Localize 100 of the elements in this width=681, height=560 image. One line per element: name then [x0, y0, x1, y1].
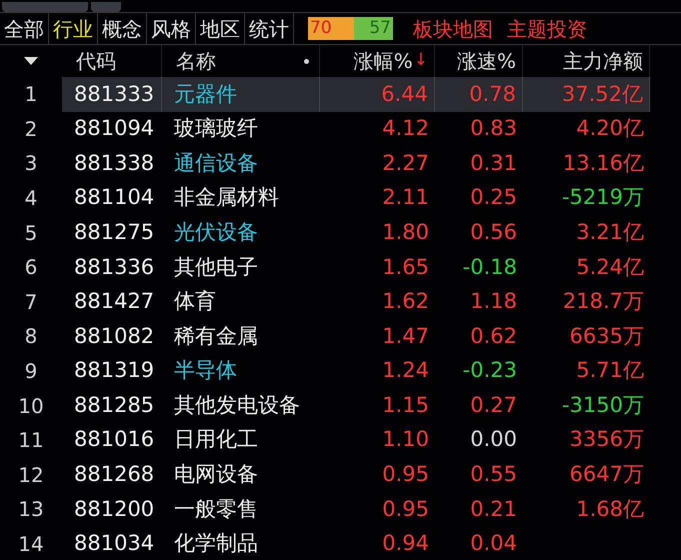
code-cell-text: 881104: [73, 184, 156, 212]
name-cell-text: 光伏设备: [173, 218, 259, 246]
speed-cell-text: 0.83: [470, 115, 517, 142]
code-cell-text: 881338: [73, 150, 156, 177]
net-flow-cell-text: -5219万: [562, 184, 644, 212]
net-flow-cell-text: 6635万: [570, 322, 644, 350]
row-number: 5: [24, 220, 38, 247]
name-cell-text: 其他发电设备: [173, 392, 301, 419]
name-cell-text: 半导体: [173, 357, 238, 384]
cut-tab[interactable]: [2, 2, 88, 12]
row-number: 1: [24, 81, 38, 108]
name-cell-text: 玻璃玻纤: [173, 115, 259, 142]
column-header[interactable]: 主力净额: [563, 46, 643, 76]
name-cell-text: 一般零售: [173, 496, 259, 523]
code-cell-text: 881336: [73, 254, 156, 281]
falling-count: 57: [354, 17, 393, 40]
change-cell-text: 1.15: [382, 392, 429, 419]
row-number: 12: [17, 462, 45, 489]
feature-link[interactable]: 主题投资: [507, 14, 587, 44]
row-number: 7: [24, 288, 38, 316]
category-tab[interactable]: 概念: [98, 13, 147, 44]
speed-cell-text: 0.25: [470, 184, 517, 212]
row-number: 3: [24, 150, 38, 178]
speed-cell-text: 0.00: [470, 426, 517, 454]
name-cell-text: 其他电子: [173, 254, 259, 281]
change-cell-text: 0.95: [382, 461, 429, 488]
code-cell-text: 881275: [73, 218, 156, 246]
speed-cell-text: 0.55: [470, 461, 517, 488]
speed-cell-text: 0.62: [470, 322, 517, 350]
change-cell-text: 1.62: [382, 288, 429, 316]
net-flow-cell-text: 5.71亿: [576, 357, 644, 384]
row-number: 14: [17, 531, 45, 558]
row-number: 10: [17, 392, 45, 420]
row-number: 6: [24, 254, 38, 282]
speed-cell-text: 0.04: [470, 530, 517, 558]
change-cell-text: 1.24: [382, 357, 429, 384]
speed-cell-text: 0.27: [470, 392, 517, 419]
name-cell-text: 体育: [173, 288, 217, 316]
sort-arrow[interactable]: ↓: [414, 48, 428, 74]
row-number: 9: [24, 358, 38, 386]
net-flow-cell-text: 4.20亿: [576, 115, 644, 142]
code-cell-text: 881034: [73, 530, 156, 558]
category-tab[interactable]: 统计: [245, 13, 294, 44]
row-number: 13: [17, 496, 45, 524]
net-flow-cell-text: 13.16亿: [562, 150, 644, 177]
code-cell-text: 881200: [73, 496, 156, 523]
dropdown-icon[interactable]: [24, 57, 38, 65]
net-flow-cell-text: 3356万: [570, 426, 644, 454]
row-number: 8: [24, 323, 38, 350]
change-cell-text: 1.47: [382, 322, 429, 350]
speed-cell-text: -0.23: [462, 357, 517, 384]
name-cell: 元器件: [162, 77, 320, 112]
category-tab[interactable]: 行业: [49, 13, 98, 44]
row-number: 4: [24, 185, 38, 212]
cut-tab[interactable]: [91, 2, 121, 12]
column-header[interactable]: 名称: [176, 46, 216, 76]
speed-cell-text: 0.31: [470, 150, 517, 177]
category-tab[interactable]: 全部: [0, 13, 49, 44]
column-header[interactable]: 代码: [76, 46, 116, 76]
code-cell-text: 881016: [73, 426, 156, 454]
speed-cell-text: 1.18: [470, 288, 517, 316]
change-cell-text: 1.80: [382, 218, 429, 246]
speed-cell-text: 0.56: [470, 218, 517, 246]
name-cell-text: 化学制品: [173, 530, 259, 558]
change-cell-text: 2.11: [382, 184, 429, 212]
code-cell-text: 881319: [73, 357, 156, 384]
name-cell-text: 电网设备: [173, 461, 259, 488]
change-cell-text: 0.94: [382, 530, 429, 558]
change-cell-text: 1.65: [382, 254, 429, 281]
code-cell-text: 881268: [73, 461, 156, 488]
net-flow-cell-text: -3150万: [562, 392, 644, 419]
net-flow-cell-text: 5.24亿: [576, 254, 644, 281]
name-cell-text: 通信设备: [173, 150, 259, 177]
code-cell-text: 881094: [73, 115, 156, 142]
code-cell-text: 881427: [73, 288, 156, 316]
name-cell-text: 日用化工: [173, 426, 259, 454]
change-cell-text: 2.27: [382, 150, 429, 177]
net-flow-cell-text: 37.52亿: [562, 80, 643, 108]
name-cell-text: 非金属材料: [173, 184, 280, 212]
name-cell-text: 稀有金属: [173, 322, 259, 350]
row-number: 11: [17, 427, 45, 454]
speed-cell-text: -0.18: [462, 254, 517, 281]
change-cell-text: 4.12: [382, 115, 429, 142]
net-flow-cell-text: 6647万: [570, 461, 644, 488]
code-cell-text: 881285: [73, 392, 156, 419]
feature-link[interactable]: 板块地图: [413, 14, 493, 44]
column-header[interactable]: 涨速%: [456, 46, 516, 76]
net-flow-cell-text: 1.68亿: [576, 496, 644, 523]
code-cell-text: 881082: [73, 322, 156, 350]
speed-cell-text: 0.21: [470, 496, 517, 523]
change-cell-text: 1.10: [382, 426, 429, 454]
rising-count: 70: [308, 17, 354, 40]
column-header[interactable]: 涨幅%: [354, 46, 413, 76]
category-tab[interactable]: 风格: [147, 13, 196, 44]
change-cell-text: 6.44: [381, 80, 428, 108]
row-number: 2: [24, 116, 38, 143]
speed-cell-text: 0.78: [469, 80, 516, 108]
net-flow-cell-text: 218.7万: [562, 288, 644, 316]
code-cell: 881333: [62, 77, 162, 112]
category-tab[interactable]: 地区: [196, 13, 245, 44]
